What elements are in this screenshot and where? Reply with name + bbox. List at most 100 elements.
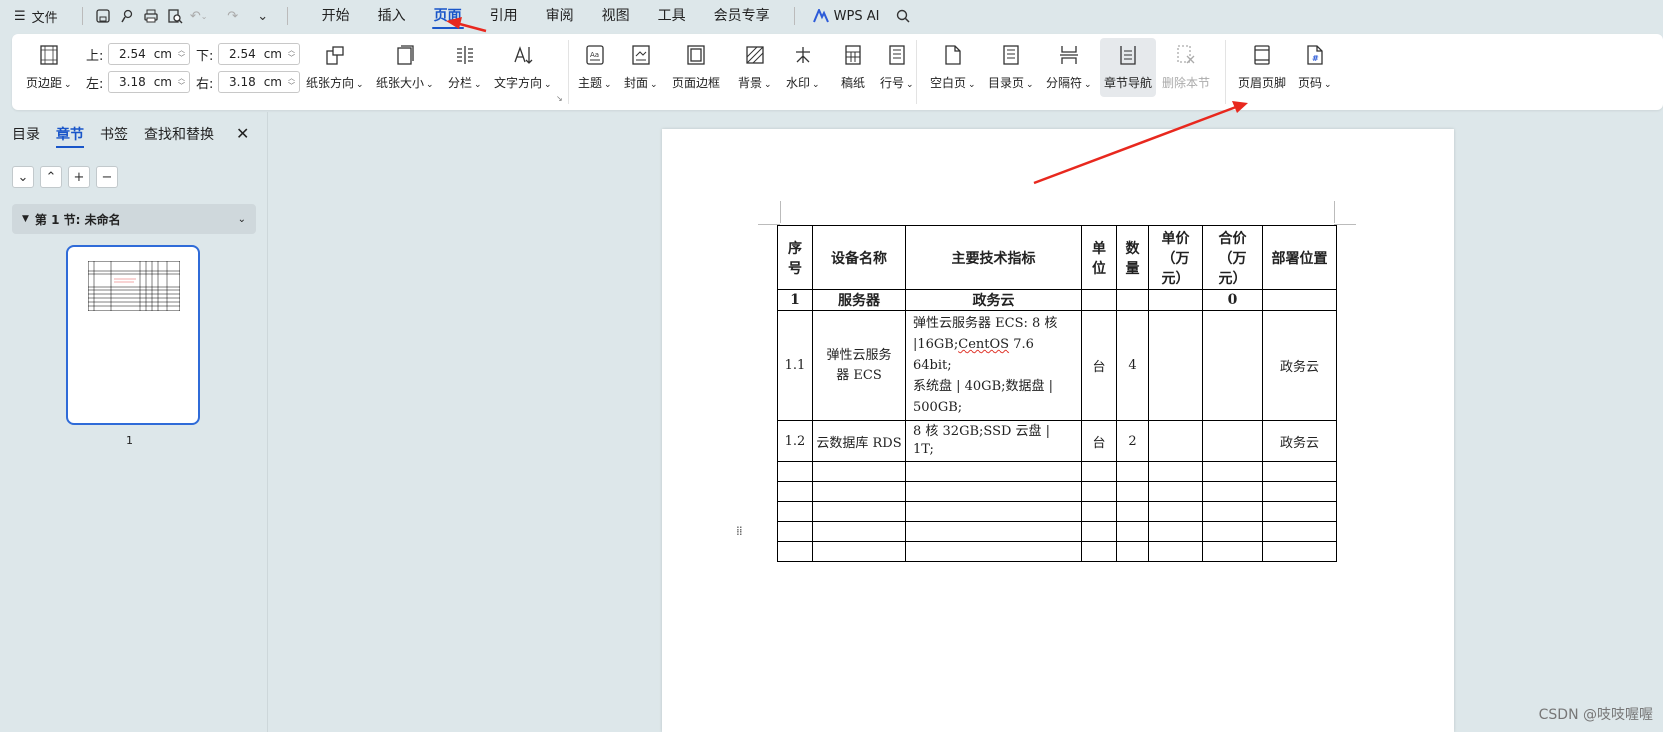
table-cell[interactable] bbox=[1148, 461, 1203, 482]
table-cell[interactable]: 8 核 32GB;SSD 云盘 | 1T; bbox=[905, 420, 1082, 462]
table-cell[interactable]: 台 bbox=[1081, 310, 1117, 421]
table-cell[interactable] bbox=[1148, 521, 1203, 542]
tab-insert[interactable]: 插入 bbox=[364, 2, 420, 30]
tab-tools[interactable]: 工具 bbox=[644, 2, 700, 30]
table-cell[interactable]: 4 bbox=[1116, 310, 1149, 421]
table-cell[interactable] bbox=[1148, 501, 1203, 522]
table-cell[interactable] bbox=[812, 481, 906, 502]
tab-view[interactable]: 视图 bbox=[588, 2, 644, 30]
table-cell[interactable] bbox=[1202, 481, 1263, 502]
redo-icon[interactable]: ↷ bbox=[223, 6, 243, 26]
equipment-table[interactable]: 序号 设备名称 主要技术指标 单位 数量 单价 （万 元） 合价 （万 元） 部署位置 … bbox=[777, 225, 1337, 562]
table-cell[interactable] bbox=[1202, 420, 1263, 462]
table-cell[interactable] bbox=[1148, 420, 1203, 462]
page-number-button[interactable]: # 页码 ⌄ bbox=[1298, 42, 1332, 91]
line-number-button[interactable]: 行号 ⌄ bbox=[880, 42, 914, 91]
table-cell[interactable] bbox=[1148, 541, 1203, 562]
left-margin-input[interactable]: 3.18 cm ︿ ﹀ bbox=[108, 71, 190, 93]
table-cell[interactable] bbox=[777, 541, 813, 562]
stepper-arrows-icon[interactable]: ︿ ﹀ bbox=[178, 74, 185, 90]
table-cell[interactable] bbox=[1081, 481, 1117, 502]
table-cell[interactable] bbox=[1262, 481, 1337, 502]
table-cell[interactable] bbox=[777, 521, 813, 542]
table-cell[interactable] bbox=[1116, 481, 1149, 502]
margins-button[interactable]: 页边距 ⌄ bbox=[26, 42, 72, 91]
format-painter-icon[interactable] bbox=[117, 6, 137, 26]
table-cell[interactable] bbox=[1202, 501, 1263, 522]
columns-button[interactable]: 分栏 ⌄ bbox=[448, 42, 482, 91]
nav-tab-find-replace[interactable]: 查找和替换 bbox=[144, 124, 214, 144]
search-icon[interactable] bbox=[893, 6, 913, 26]
dialog-launcher-icon[interactable]: ↘ bbox=[556, 94, 563, 103]
table-cell[interactable] bbox=[1116, 541, 1149, 562]
table-cell[interactable] bbox=[812, 541, 906, 562]
print-icon[interactable] bbox=[141, 6, 161, 26]
header-cell-name[interactable]: 设备名称 bbox=[812, 225, 906, 290]
header-cell-qty[interactable]: 数量 bbox=[1116, 225, 1149, 290]
remove-section-button[interactable]: − bbox=[96, 166, 118, 188]
table-cell[interactable] bbox=[1202, 461, 1263, 482]
header-cell-location[interactable]: 部署位置 bbox=[1262, 225, 1337, 290]
table-cell[interactable] bbox=[1081, 521, 1117, 542]
table-cell[interactable] bbox=[1116, 461, 1149, 482]
orientation-button[interactable]: 纸张方向 ⌄ bbox=[306, 42, 364, 91]
background-button[interactable]: 背景 ⌄ bbox=[738, 42, 772, 91]
chevron-down-icon[interactable]: ⌄ bbox=[238, 214, 246, 225]
cover-button[interactable]: 封面 ⌄ bbox=[624, 42, 658, 91]
table-cell[interactable] bbox=[1116, 501, 1149, 522]
table-cell[interactable] bbox=[1148, 310, 1203, 421]
table-cell[interactable] bbox=[1081, 541, 1117, 562]
table-cell[interactable]: 政务云 bbox=[1262, 310, 1337, 421]
header-cell-total[interactable]: 合价 （万 元） bbox=[1202, 225, 1263, 290]
table-cell[interactable] bbox=[1202, 541, 1263, 562]
table-cell[interactable] bbox=[1116, 289, 1149, 311]
document-page[interactable]: 序号 设备名称 主要技术指标 单位 数量 单价 （万 元） 合价 （万 元） 部署位置 … bbox=[662, 129, 1454, 732]
watermark-button[interactable]: 水印 ⌄ bbox=[786, 42, 820, 91]
save-icon[interactable] bbox=[93, 6, 113, 26]
page-border-button[interactable]: 页面边框 bbox=[672, 42, 720, 91]
table-cell[interactable] bbox=[1262, 461, 1337, 482]
nav-tab-chapters[interactable]: 章节 bbox=[56, 124, 84, 148]
header-cell-unit[interactable]: 单位 bbox=[1081, 225, 1117, 290]
table-cell[interactable] bbox=[905, 501, 1082, 522]
table-cell[interactable]: 1.2 bbox=[777, 420, 813, 462]
table-cell[interactable]: 2 bbox=[1116, 420, 1149, 462]
header-cell-no[interactable]: 序号 bbox=[777, 225, 813, 290]
manuscript-button[interactable]: 稿纸 bbox=[840, 42, 866, 91]
table-cell[interactable] bbox=[1081, 289, 1117, 311]
table-cell[interactable]: 0 bbox=[1202, 289, 1263, 311]
table-cell[interactable] bbox=[1116, 521, 1149, 542]
stepper-arrows-icon[interactable]: ︿ ﹀ bbox=[288, 46, 295, 62]
table-cell[interactable]: 云数据库 RDS bbox=[812, 420, 906, 462]
toc-page-button[interactable]: 目录页 ⌄ bbox=[988, 42, 1034, 91]
move-up-button[interactable]: ⌃ bbox=[40, 166, 62, 188]
header-footer-button[interactable]: 页眉页脚 bbox=[1238, 42, 1286, 91]
table-cell[interactable] bbox=[1081, 461, 1117, 482]
tab-home[interactable]: 开始 bbox=[308, 2, 364, 30]
chevron-down-icon[interactable]: ⌄ bbox=[253, 6, 273, 26]
page-thumbnail[interactable] bbox=[66, 245, 200, 425]
table-cell[interactable] bbox=[777, 461, 813, 482]
table-cell[interactable]: 政务云 bbox=[905, 289, 1082, 311]
table-cell[interactable] bbox=[1202, 521, 1263, 542]
table-cell[interactable] bbox=[1081, 501, 1117, 522]
table-cell[interactable] bbox=[1262, 289, 1337, 311]
table-cell[interactable] bbox=[1262, 521, 1337, 542]
wps-ai-button[interactable]: WPS AI bbox=[812, 9, 879, 24]
text-direction-button[interactable]: 文字方向 ⌄ bbox=[494, 42, 552, 91]
table-cell[interactable] bbox=[1262, 541, 1337, 562]
table-cell[interactable] bbox=[1202, 310, 1263, 421]
top-margin-input[interactable]: 2.54 cm ︿ ﹀ bbox=[108, 43, 190, 65]
table-cell[interactable] bbox=[777, 481, 813, 502]
header-cell-price[interactable]: 单价 （万 元） bbox=[1148, 225, 1203, 290]
right-margin-input[interactable]: 3.18 cm ︿ ﹀ bbox=[218, 71, 300, 93]
move-down-button[interactable]: ⌄ bbox=[12, 166, 34, 188]
blank-page-button[interactable]: 空白页 ⌄ bbox=[930, 42, 976, 91]
file-menu[interactable]: ☰ 文件 bbox=[14, 7, 58, 26]
table-cell[interactable] bbox=[905, 521, 1082, 542]
stepper-arrows-icon[interactable]: ︿ ﹀ bbox=[178, 46, 185, 62]
add-section-button[interactable]: + bbox=[68, 166, 90, 188]
chapter-nav-button[interactable]: 章节导航 bbox=[1100, 38, 1157, 97]
table-cell[interactable] bbox=[812, 501, 906, 522]
drag-handle-icon[interactable]: ⁞⁞ bbox=[736, 524, 743, 538]
